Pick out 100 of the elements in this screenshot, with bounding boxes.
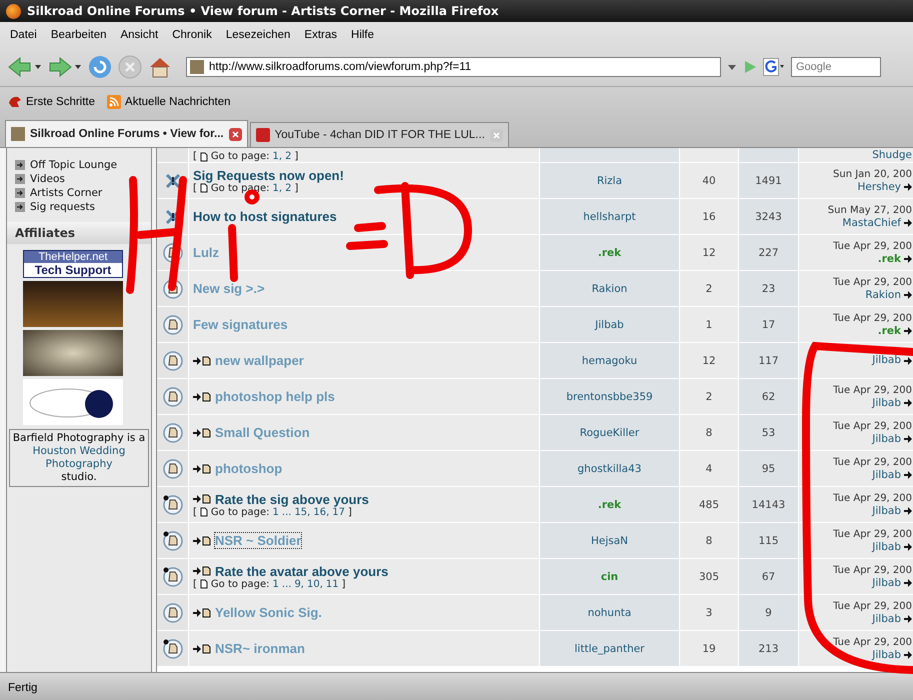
forum-link[interactable]: Videos xyxy=(7,172,151,186)
bookmark-link[interactable]: Aktuelle Nachrichten xyxy=(107,95,231,109)
last-post-author-link[interactable]: Jilbab xyxy=(872,612,901,626)
arrow-icon[interactable] xyxy=(904,651,912,659)
topic-title-link[interactable]: Rate the sig above yours xyxy=(215,492,369,506)
new-post-icon[interactable] xyxy=(193,392,211,402)
author-link[interactable]: hemagoku xyxy=(582,354,638,366)
page-link[interactable]: 10, xyxy=(306,578,323,590)
author-link[interactable]: HejsaN xyxy=(590,534,628,546)
author-link[interactable]: Rakion xyxy=(592,282,628,294)
author-link[interactable]: .rek xyxy=(598,498,622,510)
last-post-author-link[interactable]: MastaChief xyxy=(842,216,901,230)
author-link[interactable]: .rek xyxy=(598,246,622,258)
last-post-author-link[interactable]: Jilbab xyxy=(872,468,901,482)
last-post-author-link[interactable]: Jilbab xyxy=(872,354,901,367)
arrow-icon[interactable] xyxy=(904,356,912,364)
arrow-icon[interactable] xyxy=(904,399,912,407)
topic-title-link[interactable]: How to host signatures xyxy=(193,209,337,224)
menu-item[interactable]: Datei xyxy=(10,29,37,41)
author-link[interactable]: Rizla xyxy=(596,174,622,186)
home-icon[interactable] xyxy=(148,55,172,79)
last-post-author-link[interactable]: Jilbab xyxy=(872,540,901,554)
arrow-icon[interactable] xyxy=(904,471,912,479)
new-post-icon[interactable] xyxy=(193,608,211,618)
logo-placeholder[interactable] xyxy=(23,379,123,425)
arrow-icon[interactable] xyxy=(904,543,912,551)
forward-arrow-icon[interactable] xyxy=(48,56,82,78)
topic-title-link[interactable]: Sig Requests now open! xyxy=(193,168,344,182)
menu-item[interactable]: Extras xyxy=(304,29,338,41)
page-link[interactable]: 2 xyxy=(285,151,292,162)
menu-item[interactable]: Ansicht xyxy=(120,29,158,41)
page-link[interactable]: 1 xyxy=(272,506,279,518)
author-link[interactable]: cin xyxy=(600,570,618,582)
last-post-author-link[interactable]: Jilbab xyxy=(872,576,901,590)
page-link[interactable]: ... xyxy=(282,506,292,518)
author-link[interactable]: Jilbab xyxy=(595,318,624,330)
new-post-icon[interactable] xyxy=(193,464,211,474)
page-link[interactable]: 11 xyxy=(326,578,339,590)
page-link[interactable]: 9, xyxy=(294,578,304,590)
browser-tab[interactable]: Silkroad Online Forums • View for... xyxy=(5,120,248,147)
new-post-icon[interactable] xyxy=(193,356,211,366)
last-post-author-link[interactable]: .rek xyxy=(878,324,901,338)
author-link[interactable]: hellsharpt xyxy=(583,210,636,222)
menu-item[interactable]: Chronik xyxy=(172,29,212,41)
arrow-icon[interactable] xyxy=(904,507,912,515)
banner-placeholder[interactable] xyxy=(23,330,123,376)
page-link[interactable]: 2 xyxy=(285,182,292,194)
new-post-icon[interactable] xyxy=(193,494,211,504)
author-link[interactable]: nohunta xyxy=(588,606,632,618)
menu-item[interactable]: Hilfe xyxy=(351,29,374,41)
address-field[interactable]: http://www.silkroadforums.com/viewforum.php?f=11 xyxy=(186,57,721,77)
forum-link[interactable]: Off Topic Lounge xyxy=(7,158,151,172)
new-post-icon[interactable] xyxy=(193,566,211,576)
forum-link[interactable]: Artists Corner xyxy=(7,186,151,200)
arrow-icon[interactable] xyxy=(904,435,912,443)
page-link[interactable]: 1 xyxy=(272,578,279,590)
bookmark-link[interactable]: Erste Schritte xyxy=(8,95,96,109)
browser-tab[interactable]: YouTube - 4chan DID IT FOR THE LUL... xyxy=(250,122,509,147)
search-engine-icon[interactable] xyxy=(763,58,785,76)
arrow-icon[interactable] xyxy=(904,615,912,623)
author-link[interactable]: brentonsbbe359 xyxy=(566,390,653,402)
last-post-author-link[interactable]: Jilbab xyxy=(872,648,901,662)
page-link[interactable]: 17 xyxy=(332,506,345,518)
banner-placeholder[interactable] xyxy=(23,281,123,327)
page-link[interactable]: ... xyxy=(282,578,292,590)
reload-icon[interactable] xyxy=(88,55,112,79)
last-post-author-link[interactable]: Jilbab xyxy=(872,504,901,518)
new-post-icon[interactable] xyxy=(193,644,211,654)
last-post-author-link[interactable]: Jilbab xyxy=(872,432,901,446)
topic-title-link[interactable]: Rate the avatar above yours xyxy=(215,564,388,578)
page-link[interactable]: 1, xyxy=(272,151,282,162)
close-tab-button[interactable] xyxy=(228,128,242,140)
menu-item[interactable]: Lesezeichen xyxy=(226,29,290,41)
arrow-icon[interactable] xyxy=(904,579,912,587)
menu-item[interactable]: Bearbeiten xyxy=(50,29,106,41)
banner-ad[interactable]: TheHelper.net Tech Support xyxy=(23,250,123,278)
arrow-icon[interactable] xyxy=(904,255,912,263)
arrow-icon[interactable] xyxy=(904,219,912,227)
page-link[interactable]: 15, xyxy=(294,506,310,518)
last-post-author-link[interactable]: Rakion xyxy=(865,288,901,302)
author-link[interactable]: ghostkilla43 xyxy=(578,462,642,474)
new-post-icon[interactable] xyxy=(193,536,211,546)
last-post-date: Sun Jan 20, 200 xyxy=(833,168,912,180)
replies-count: 12 xyxy=(702,354,716,366)
last-post-author-link[interactable]: Hershey xyxy=(858,180,901,194)
arrow-icon[interactable] xyxy=(904,183,912,191)
ad-link[interactable]: Houston Wedding Photography xyxy=(31,445,127,471)
author-link[interactable]: RogueKiller xyxy=(580,426,640,438)
back-arrow-icon[interactable] xyxy=(8,56,42,78)
author-link[interactable]: little_panther xyxy=(574,642,644,654)
arrow-icon[interactable] xyxy=(904,291,912,299)
page-link[interactable]: 16, xyxy=(313,506,330,518)
last-post-author-link[interactable]: Jilbab xyxy=(872,396,901,410)
last-post-author-link[interactable]: .rek xyxy=(878,252,901,266)
last-post-author-link[interactable]: Shudge xyxy=(872,149,912,162)
search-field[interactable]: Google xyxy=(791,57,881,77)
page-link[interactable]: 1, xyxy=(272,182,282,194)
forum-link[interactable]: Sig requests xyxy=(7,200,151,214)
new-post-icon[interactable] xyxy=(193,428,211,438)
arrow-icon[interactable] xyxy=(904,327,912,335)
